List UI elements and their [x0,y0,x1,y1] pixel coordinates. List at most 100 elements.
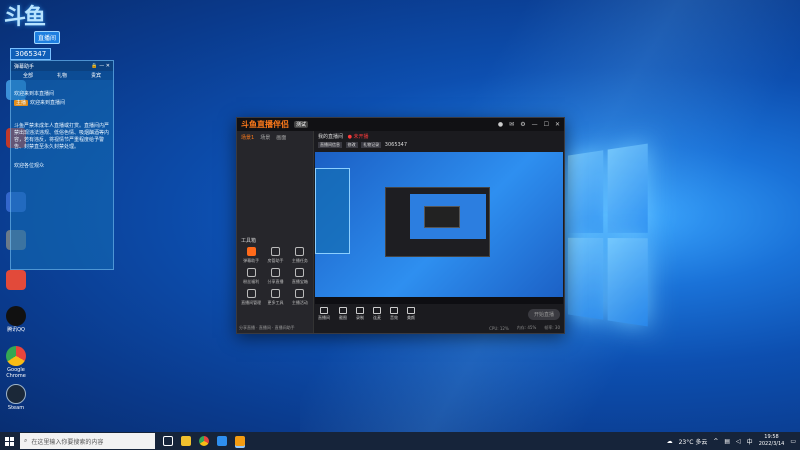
room-tag[interactable]: 直播间信息 [318,142,342,148]
room-tag[interactable]: 修改 [345,142,358,148]
tool-tasks[interactable]: 主播任务 [288,247,312,264]
chat-message-text: 斗鱼严禁未成年人直播或打赏。直播间内严禁出现违法违规、低俗色情、吸烟酗酒等内容，… [14,123,110,150]
danmu-chat-panel[interactable]: 弹幕助手 🔒 — ✕ 全部 礼物 贵宾 欢迎来到本直播间 主播 欢迎来到直播间 斗… [10,60,114,270]
notification-icon[interactable]: ▭ [790,438,796,445]
desktop-icon-qq[interactable]: 腾讯QQ [2,306,30,333]
volume-icon[interactable]: ◁ [736,438,741,445]
app-version-badge: 测试 [294,121,309,128]
chat-message-text: 欢迎来到本直播间 [14,91,55,97]
nested-window [424,206,460,228]
monitor-icon [320,307,328,314]
chrome-icon [6,346,26,366]
settings-icon[interactable]: ⚙ [520,121,525,128]
start-button[interactable] [0,432,18,450]
chat-title: 弹幕助手 [14,63,35,70]
stream-preview[interactable] [315,152,563,304]
maximize-icon[interactable]: ☐ [544,121,549,128]
file-explorer-icon[interactable] [181,436,191,446]
control-screenshot[interactable]: 截图 [339,307,347,321]
tool-label: 更多工具 [267,300,284,305]
pinned-apps [163,436,245,446]
avatar[interactable]: ● [498,121,503,128]
clock[interactable]: 19:58 2022/3/14 [759,434,785,448]
chat-tab[interactable]: 礼物 [57,72,67,79]
chat-message-text: 欢迎来到直播间 [30,100,66,106]
chat-tab[interactable]: 贵宾 [91,72,101,79]
tool-box[interactable]: 直播宝箱 [288,268,312,285]
record-icon [356,307,364,314]
gear-icon [246,268,256,277]
tab-scene[interactable]: 场景 [260,134,270,141]
desktop-icon-5[interactable] [2,270,30,290]
douyu-icon[interactable] [235,436,245,446]
control-audio[interactable]: 音效 [390,307,398,321]
status-item: 帧率: 30 [544,325,560,330]
room-info: 我的直播间 ● 未开播 直播间信息 修改 礼物记录 3065347 [314,131,564,151]
flag-icon [295,289,305,298]
control-room[interactable]: 直播间 [318,307,330,321]
tool-label: 直播间管理 [241,300,262,305]
camera-icon [339,307,347,314]
control-beauty[interactable]: 美颜 [407,307,415,321]
nested-preview [410,194,486,239]
tool-label: 粉丝福利 [243,279,260,284]
start-live-button[interactable]: 开始直播 [527,308,560,320]
search-placeholder: 在这里输入你要搜索的内容 [31,438,104,446]
chat-message: 主播 欢迎来到直播间 [11,99,113,108]
tool-fans[interactable]: 粉丝福利 [239,268,263,285]
chat-message: 斗鱼严禁未成年人直播或打赏。直播间内严禁出现违法违规、低俗色情、吸烟酗酒等内容，… [11,122,113,152]
tool-label: 直播宝箱 [291,279,308,284]
control-link[interactable]: 连麦 [373,307,381,321]
status-item: CPU: 12% [489,325,509,331]
douyu-overlay-logo: 斗鱼 直播间 3065347 [4,6,60,62]
windows-wallpaper-logo [567,143,648,327]
app-brand: 斗鱼直播伴侣 [241,120,289,129]
tab-source[interactable]: 画面 [276,134,286,141]
tool-room-manage[interactable]: 直播间管理 [239,289,263,306]
room-tag[interactable]: 礼物记录 [361,142,382,148]
control-record[interactable]: 录制 [356,307,364,321]
system-tray: ☁ 23°C 多云 ^ ▤ ◁ 中 19:58 2022/3/14 ▭ [667,434,800,448]
chat-window-controls[interactable]: 🔒 — ✕ [91,63,110,69]
live-status: ● 未开播 [347,134,369,140]
tool-events[interactable]: 主播活动 [288,289,312,306]
qq-icon [6,306,26,326]
mail-icon[interactable]: ✉ [509,121,514,128]
app-icon[interactable] [217,436,227,446]
close-icon[interactable]: ✕ [555,121,560,128]
task-view-icon[interactable] [163,436,173,446]
user-icon [270,247,280,256]
desktop-icon-label: Steam [7,405,25,411]
link-icon [373,307,381,314]
app-main-area: 我的直播间 ● 未开播 直播间信息 修改 礼物记录 3065347 直播间 截图… [314,131,564,333]
desktop-icon-chrome[interactable]: Google Chrome [2,346,30,379]
image-icon [246,289,256,298]
tab-scene-1[interactable]: 场景1 [241,134,254,141]
search-icon: ⌕ [24,437,28,444]
taskbar-search[interactable]: ⌕ 在这里输入你要搜索的内容 [20,433,155,449]
tool-more[interactable]: 更多工具 [263,289,287,306]
tool-danmu[interactable]: 弹幕助手 [239,247,263,264]
app-titlebar: 斗鱼直播伴侣 测试 ● ✉ ⚙ — ☐ ✕ [237,118,564,131]
chrome-icon[interactable] [199,436,209,446]
clock-time: 19:58 [764,434,779,440]
task-icon [295,247,305,256]
tool-room-admin[interactable]: 房管助手 [263,247,287,264]
weather-text[interactable]: 23°C 多云 [679,437,708,446]
chat-message-text: 欢迎各位观众 [14,163,45,169]
steam-icon [6,384,26,404]
chat-tab[interactable]: 全部 [23,72,33,79]
ime-icon[interactable]: 中 [747,437,753,446]
desktop-icon-steam[interactable]: Steam [2,384,30,411]
share-icon [270,268,280,277]
minimize-icon[interactable]: — [532,121,538,128]
chevron-up-icon[interactable]: ^ [713,438,718,445]
network-icon[interactable]: ▤ [724,438,730,445]
tool-share[interactable]: 分享直播 [263,268,287,285]
control-label: 录制 [356,315,364,320]
chat-header: 弹幕助手 🔒 — ✕ [11,61,113,71]
control-label: 连麦 [373,315,381,320]
control-label: 截图 [339,315,347,320]
douyu-companion-window[interactable]: 斗鱼直播伴侣 测试 ● ✉ ⚙ — ☐ ✕ 场景1 场景 画面 工具箱 弹幕助手… [236,117,565,334]
left-footer: 分享直播 · 直播间 · 直播间助手 [239,325,295,330]
